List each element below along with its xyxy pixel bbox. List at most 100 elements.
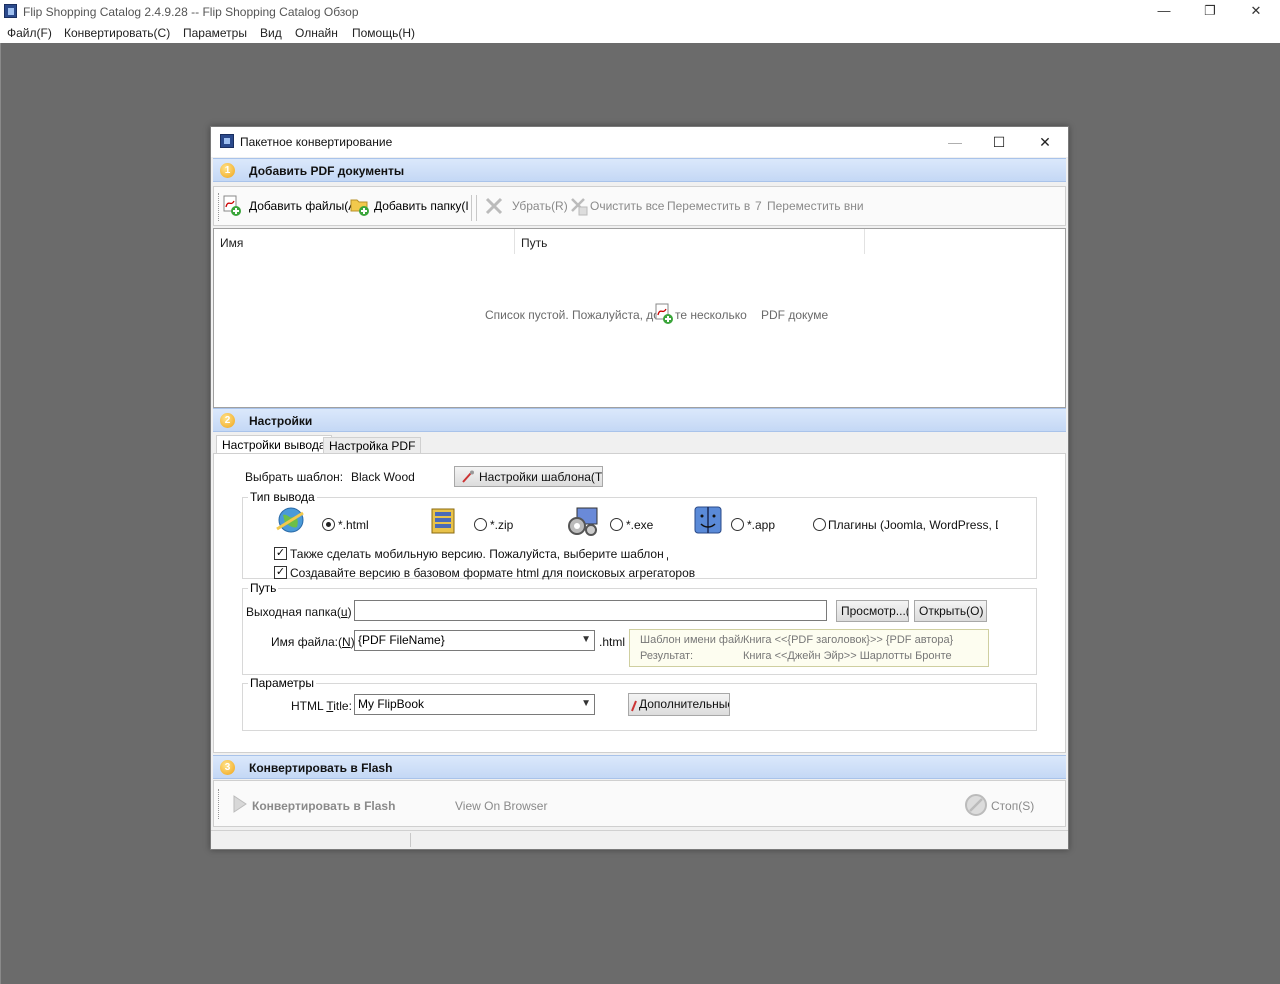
toolbar-grip (218, 789, 221, 819)
output-type-group: Тип вывода *.html *.zip *.exe *.app Плаг… (242, 490, 1037, 580)
menu-online[interactable]: Олнайн (295, 26, 338, 40)
dialog-icon (220, 134, 234, 148)
play-arrow-icon (233, 795, 247, 813)
dialog-titlebar: Пакетное конвертирование — ☐ ✕ (211, 127, 1068, 157)
output-app-label: *.app (747, 518, 776, 532)
toolbar-separator (476, 195, 477, 221)
add-files-button[interactable]: Добавить файлы(А (249, 199, 356, 213)
menu-convert[interactable]: Конвертировать(C) (64, 26, 170, 40)
advanced-button[interactable]: Дополнительные( (628, 693, 730, 716)
close-button[interactable]: ✕ (1233, 0, 1279, 24)
column-path[interactable]: Путь (515, 229, 865, 254)
empty-list-message-mid: те несколько (675, 308, 747, 322)
add-folder-icon (350, 199, 369, 216)
move-down-button[interactable]: Переместить вни (767, 199, 864, 213)
html-title-value: My FlipBook (358, 697, 425, 711)
brush-icon (631, 700, 637, 712)
hint-result-value: Книга <<Джейн Эйр>> Шарлотты Бронте (743, 650, 952, 662)
file-toolbar: Добавить файлы(А Добавить папку(I Убрать… (213, 186, 1066, 226)
radio-exe[interactable] (610, 518, 623, 531)
dialog-maximize-button[interactable]: ☐ (979, 131, 1019, 153)
template-settings-button[interactable]: Настройки шаблона(T) (454, 466, 603, 487)
add-files-icon (223, 195, 241, 216)
menu-parameters[interactable]: Параметры (183, 26, 247, 40)
view-on-browser-button[interactable]: View On Browser (455, 799, 547, 813)
mobile-version-checkbox[interactable]: ✓ (274, 547, 287, 560)
radio-app[interactable] (731, 518, 744, 531)
menu-help[interactable]: Помощь(H) (352, 26, 415, 40)
open-button[interactable]: Открыть(O) (914, 600, 987, 622)
pdf-file-list[interactable]: Имя Путь Список пустой. Пожалуйста, доб … (213, 228, 1066, 408)
move-up-key: 7 (755, 199, 762, 213)
add-pdf-icon (655, 303, 673, 324)
filename-label: Имя файла:(N) (271, 635, 355, 649)
template-settings-label: Настройки шаблона(T) (479, 470, 603, 484)
section-settings-title: Настройки (249, 414, 313, 428)
basic-html-label: Создавайте версию в базовом формате html… (290, 566, 696, 580)
step-badge-3: 3 (220, 760, 235, 775)
archive-icon (431, 508, 455, 534)
section-settings-header: 2 Настройки (213, 408, 1066, 432)
output-zip-label: *.zip (490, 518, 514, 532)
convert-button[interactable]: Конвертировать в Flash (252, 799, 396, 813)
radio-plugins[interactable] (813, 518, 826, 531)
globe-icon (276, 507, 304, 533)
radio-zip[interactable] (474, 518, 487, 531)
dialog-title: Пакетное конвертирование (240, 135, 393, 149)
toolbar-grip (218, 193, 221, 221)
move-up-button[interactable]: Переместить вв (667, 199, 750, 213)
filename-extension: .html (599, 635, 626, 649)
output-settings-panel: Выбрать шаблон: Black Wood Настройки шаб… (213, 453, 1066, 753)
mobile-version-label: Также сделать мобильную версию. Пожалуйс… (290, 547, 668, 561)
tab-output-settings[interactable]: Настройки вывода (216, 435, 332, 455)
gears-icon (568, 507, 598, 536)
dialog-close-button[interactable]: ✕ (1025, 131, 1065, 153)
browse-button[interactable]: Просмотр...(В) (836, 600, 909, 622)
toolbar-separator (471, 195, 472, 221)
remove-icon (485, 197, 503, 215)
template-label: Выбрать шаблон: (245, 470, 344, 484)
parameters-title: Параметры (248, 676, 316, 690)
menu-view[interactable]: Вид (260, 26, 282, 40)
output-exe-label: *.exe (626, 518, 654, 532)
clear-all-button[interactable]: Очистить все (590, 199, 664, 213)
status-bar (211, 830, 1068, 849)
output-folder-label: Выходная папка(u) (246, 605, 352, 619)
stop-icon (965, 794, 987, 816)
tab-pdf-settings[interactable]: Настройка PDF (323, 437, 422, 454)
output-plugins-label: Плагины (Joomla, WordPress, Dru (828, 518, 998, 532)
filename-value: {PDF FileName} (358, 633, 445, 647)
html-title-label: HTML Title: (291, 699, 352, 713)
section-convert-title: Конвертировать в Flash (249, 761, 393, 775)
minimize-button[interactable]: — (1141, 0, 1187, 24)
app-icon (4, 4, 17, 18)
hint-template-label: Шаблон имени файла (640, 634, 753, 646)
chevron-down-icon[interactable]: ▼ (581, 698, 591, 709)
filename-combo[interactable]: {PDF FileName} ▼ (354, 630, 595, 651)
menu-file[interactable]: Файл(F) (7, 26, 52, 40)
path-title: Путь (248, 581, 279, 595)
remove-button[interactable]: Убрать(R) (512, 199, 568, 213)
empty-list-message: Список пустой. Пожалуйста, доб (485, 308, 667, 322)
section-add-pdf-header: 1 Добавить PDF документы (213, 158, 1066, 182)
hint-template-value: Книга <<{PDF заголовок}>> {PDF автора} (743, 634, 954, 646)
html-title-combo[interactable]: My FlipBook ▼ (354, 694, 595, 715)
filename-hint-box: Шаблон имени файла Книга <<{PDF заголово… (629, 629, 989, 667)
radio-html[interactable] (322, 518, 335, 531)
app-title: Flip Shopping Catalog 2.4.9.28 -- Flip S… (23, 5, 359, 19)
brush-icon (462, 470, 474, 483)
column-name[interactable]: Имя (214, 229, 515, 254)
step-badge-1: 1 (220, 163, 235, 178)
restore-button[interactable]: ❐ (1187, 0, 1233, 24)
path-group: Путь Выходная папка(u) Просмотр...(В) От… (242, 581, 1037, 675)
app-titlebar: Flip Shopping Catalog 2.4.9.28 -- Flip S… (0, 0, 1280, 24)
add-folder-button[interactable]: Добавить папку(I (374, 199, 469, 213)
batch-convert-dialog: Пакетное конвертирование — ☐ ✕ 1 Добавит… (210, 126, 1069, 850)
basic-html-checkbox[interactable]: ✓ (274, 566, 287, 579)
output-folder-input[interactable] (354, 600, 827, 621)
hint-result-label: Результат: (640, 650, 694, 662)
parameters-group: Параметры HTML Title: My FlipBook ▼ Допо… (242, 676, 1037, 731)
dialog-minimize-button[interactable]: — (935, 131, 975, 153)
chevron-down-icon[interactable]: ▼ (581, 634, 591, 645)
stop-button[interactable]: Стоп(S) (991, 799, 1034, 813)
